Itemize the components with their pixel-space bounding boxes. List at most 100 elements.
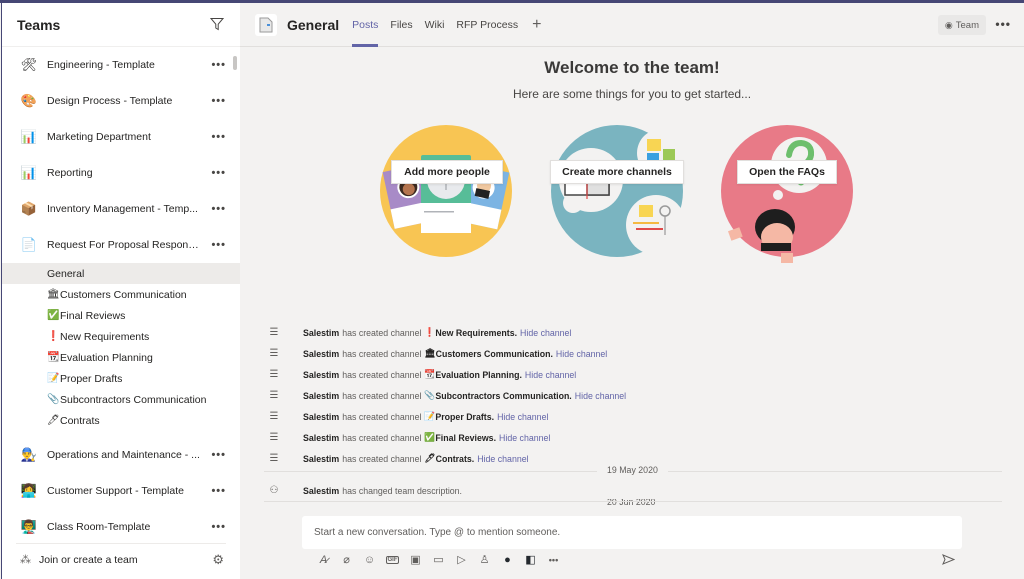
event-channel-emoji: 🏛 (424, 348, 436, 358)
new-conversation-input[interactable]: Start a new conversation. Type @ to ment… (302, 516, 962, 549)
add-more-people-button[interactable]: Add more people (391, 160, 503, 184)
hide-channel-link[interactable]: Hide channel (525, 370, 576, 380)
mechanic-icon: 👨‍🔧 (20, 447, 38, 462)
tab-posts[interactable]: Posts (352, 3, 379, 47)
channel-item-final-reviews[interactable]: ✅ Final Reviews (2, 305, 240, 326)
emoji-icon[interactable]: ☺ (358, 554, 381, 566)
more-options-icon[interactable]: ••• (211, 203, 226, 215)
event-user: Salestim (303, 327, 340, 338)
team-name: Request For Proposal Response... (47, 239, 202, 251)
join-create-team-label: Join or create a team (39, 553, 138, 566)
memo-icon: 📝 (47, 373, 60, 384)
meet-now-icon[interactable]: ▭ (427, 553, 450, 566)
hide-channel-link[interactable]: Hide channel (499, 433, 550, 443)
team-item-customer-support[interactable]: 👩‍💻 Customer Support - Template ••• (2, 473, 240, 509)
more-options-icon[interactable]: ••• (211, 167, 226, 179)
team-item-design-process[interactable]: 🎨 Design Process - Template ••• (2, 83, 240, 119)
more-options-icon[interactable]: ••• (211, 131, 226, 143)
event-channel-emoji: 📆 (424, 369, 436, 379)
feed-event: ☰ Salestim has created channel 📝 Proper … (267, 406, 1007, 427)
channel-item-customers-communication[interactable]: 🏛 Customers Communication (2, 284, 240, 305)
faqs-illustration (721, 125, 853, 263)
channel-item-proper-drafts[interactable]: 📝 Proper Drafts (2, 368, 240, 389)
create-more-channels-button[interactable]: Create more channels (550, 160, 684, 184)
more-options-icon[interactable]: ••• (211, 59, 226, 71)
event-channel-emoji: ✅ (424, 432, 436, 442)
format-icon[interactable]: A̷ (312, 554, 335, 566)
team-item-class-room[interactable]: 👨‍🏫 Class Room-Template ••• (2, 509, 240, 545)
channel-item-general[interactable]: General (2, 263, 240, 284)
add-tab-button[interactable]: + (532, 16, 541, 34)
more-options-icon[interactable]: ••• (995, 17, 1011, 31)
channel-main: General Posts Files Wiki RFP Process + ◉… (240, 3, 1024, 579)
event-channel-name: Subcontractors Communication. (435, 390, 572, 401)
trello-icon[interactable]: ◧ (519, 553, 542, 566)
hide-channel-link[interactable]: Hide channel (556, 349, 607, 359)
more-options-icon[interactable]: ••• (211, 449, 226, 461)
more-options-icon[interactable]: ••• (211, 485, 226, 497)
event-channel-emoji: ❗ (424, 327, 436, 337)
channel-title: General (287, 16, 340, 33)
pen-icon: 🖊 (47, 415, 60, 426)
more-icon[interactable]: ••• (542, 555, 565, 565)
channel-created-icon: ☰ (269, 327, 279, 338)
team-name: Reporting (47, 167, 93, 179)
channel-name: Evaluation Planning (60, 351, 153, 364)
create-channels-card (551, 125, 683, 257)
praise-icon[interactable]: ♙ (473, 553, 496, 566)
add-people-card (380, 125, 512, 257)
hide-channel-link[interactable]: Hide channel (575, 391, 626, 401)
more-options-icon[interactable]: ••• (211, 521, 226, 533)
github-icon[interactable]: ● (496, 554, 519, 566)
tab-files[interactable]: Files (390, 3, 412, 47)
channel-item-contrats[interactable]: 🖊 Contrats (2, 410, 240, 431)
team-item-reporting[interactable]: 📊 Reporting ••• (2, 155, 240, 191)
stream-icon[interactable]: ▷ (450, 553, 473, 566)
classical-building-icon: 🏛 (47, 289, 60, 300)
send-icon[interactable] (942, 554, 956, 568)
event-action: has created channel (342, 348, 422, 359)
event-channel-name: Final Reviews. (435, 432, 497, 443)
attach-icon[interactable]: ⌀ (335, 553, 358, 566)
team-item-operations[interactable]: 👨‍🔧 Operations and Maintenance - ... ••• (2, 437, 240, 473)
event-action: has created channel (342, 369, 422, 380)
open-faqs-button[interactable]: Open the FAQs (737, 160, 837, 184)
more-options-icon[interactable]: ••• (211, 95, 226, 107)
channel-created-icon: ☰ (269, 411, 279, 422)
hide-channel-link[interactable]: Hide channel (497, 412, 548, 422)
faqs-card (721, 125, 853, 263)
team-item-engineering[interactable]: 🛠 Engineering - Template ••• (2, 47, 240, 83)
channel-created-icon: ☰ (269, 432, 279, 443)
join-team-icon: ⁂ (20, 554, 31, 566)
channel-item-evaluation-planning[interactable]: 📆 Evaluation Planning (2, 347, 240, 368)
more-options-icon[interactable]: ••• (211, 239, 226, 251)
channel-created-icon: ☰ (269, 390, 279, 401)
gear-icon[interactable]: ⚙ (212, 552, 224, 568)
filter-icon[interactable] (209, 17, 226, 33)
channel-item-new-requirements[interactable]: ❗ New Requirements (2, 326, 240, 347)
hide-channel-link[interactable]: Hide channel (477, 454, 528, 464)
team-button[interactable]: ◉ Team (937, 15, 986, 35)
channel-created-icon: ☰ (269, 348, 279, 359)
document-icon: 📄 (20, 237, 38, 252)
feed-event: ☰ Salestim has created channel ❗ New Req… (267, 322, 1007, 343)
date-divider-clipped: 20 Jun 2020 (264, 499, 1002, 505)
team-item-marketing[interactable]: 📊 Marketing Department ••• (2, 119, 240, 155)
team-name: Inventory Management - Temp... (47, 203, 198, 215)
gif-icon[interactable]: GIF (386, 555, 399, 564)
team-name: Customer Support - Template (47, 485, 184, 497)
tab-rfp-process[interactable]: RFP Process (456, 3, 518, 47)
event-user: Salestim (303, 485, 340, 496)
join-create-team[interactable]: ⁂ Join or create a team ⚙ (16, 543, 226, 575)
hide-channel-link[interactable]: Hide channel (520, 328, 571, 338)
feed-event: ☰ Salestim has created channel 📎 Subcont… (267, 385, 1007, 406)
channel-item-subcontractors-communication[interactable]: 📎 Subcontractors Communication (2, 389, 240, 410)
tools-icon: 🛠 (20, 57, 38, 72)
team-item-rfp-response[interactable]: 📄 Request For Proposal Response... ••• (2, 227, 240, 263)
sticker-icon[interactable]: ▣ (404, 553, 427, 566)
channel-name: New Requirements (60, 330, 150, 343)
tab-wiki[interactable]: Wiki (425, 3, 445, 47)
bar-chart-icon: 📊 (20, 129, 38, 144)
team-item-inventory[interactable]: 📦 Inventory Management - Temp... ••• (2, 191, 240, 227)
eye-icon: ◉ (944, 19, 953, 30)
